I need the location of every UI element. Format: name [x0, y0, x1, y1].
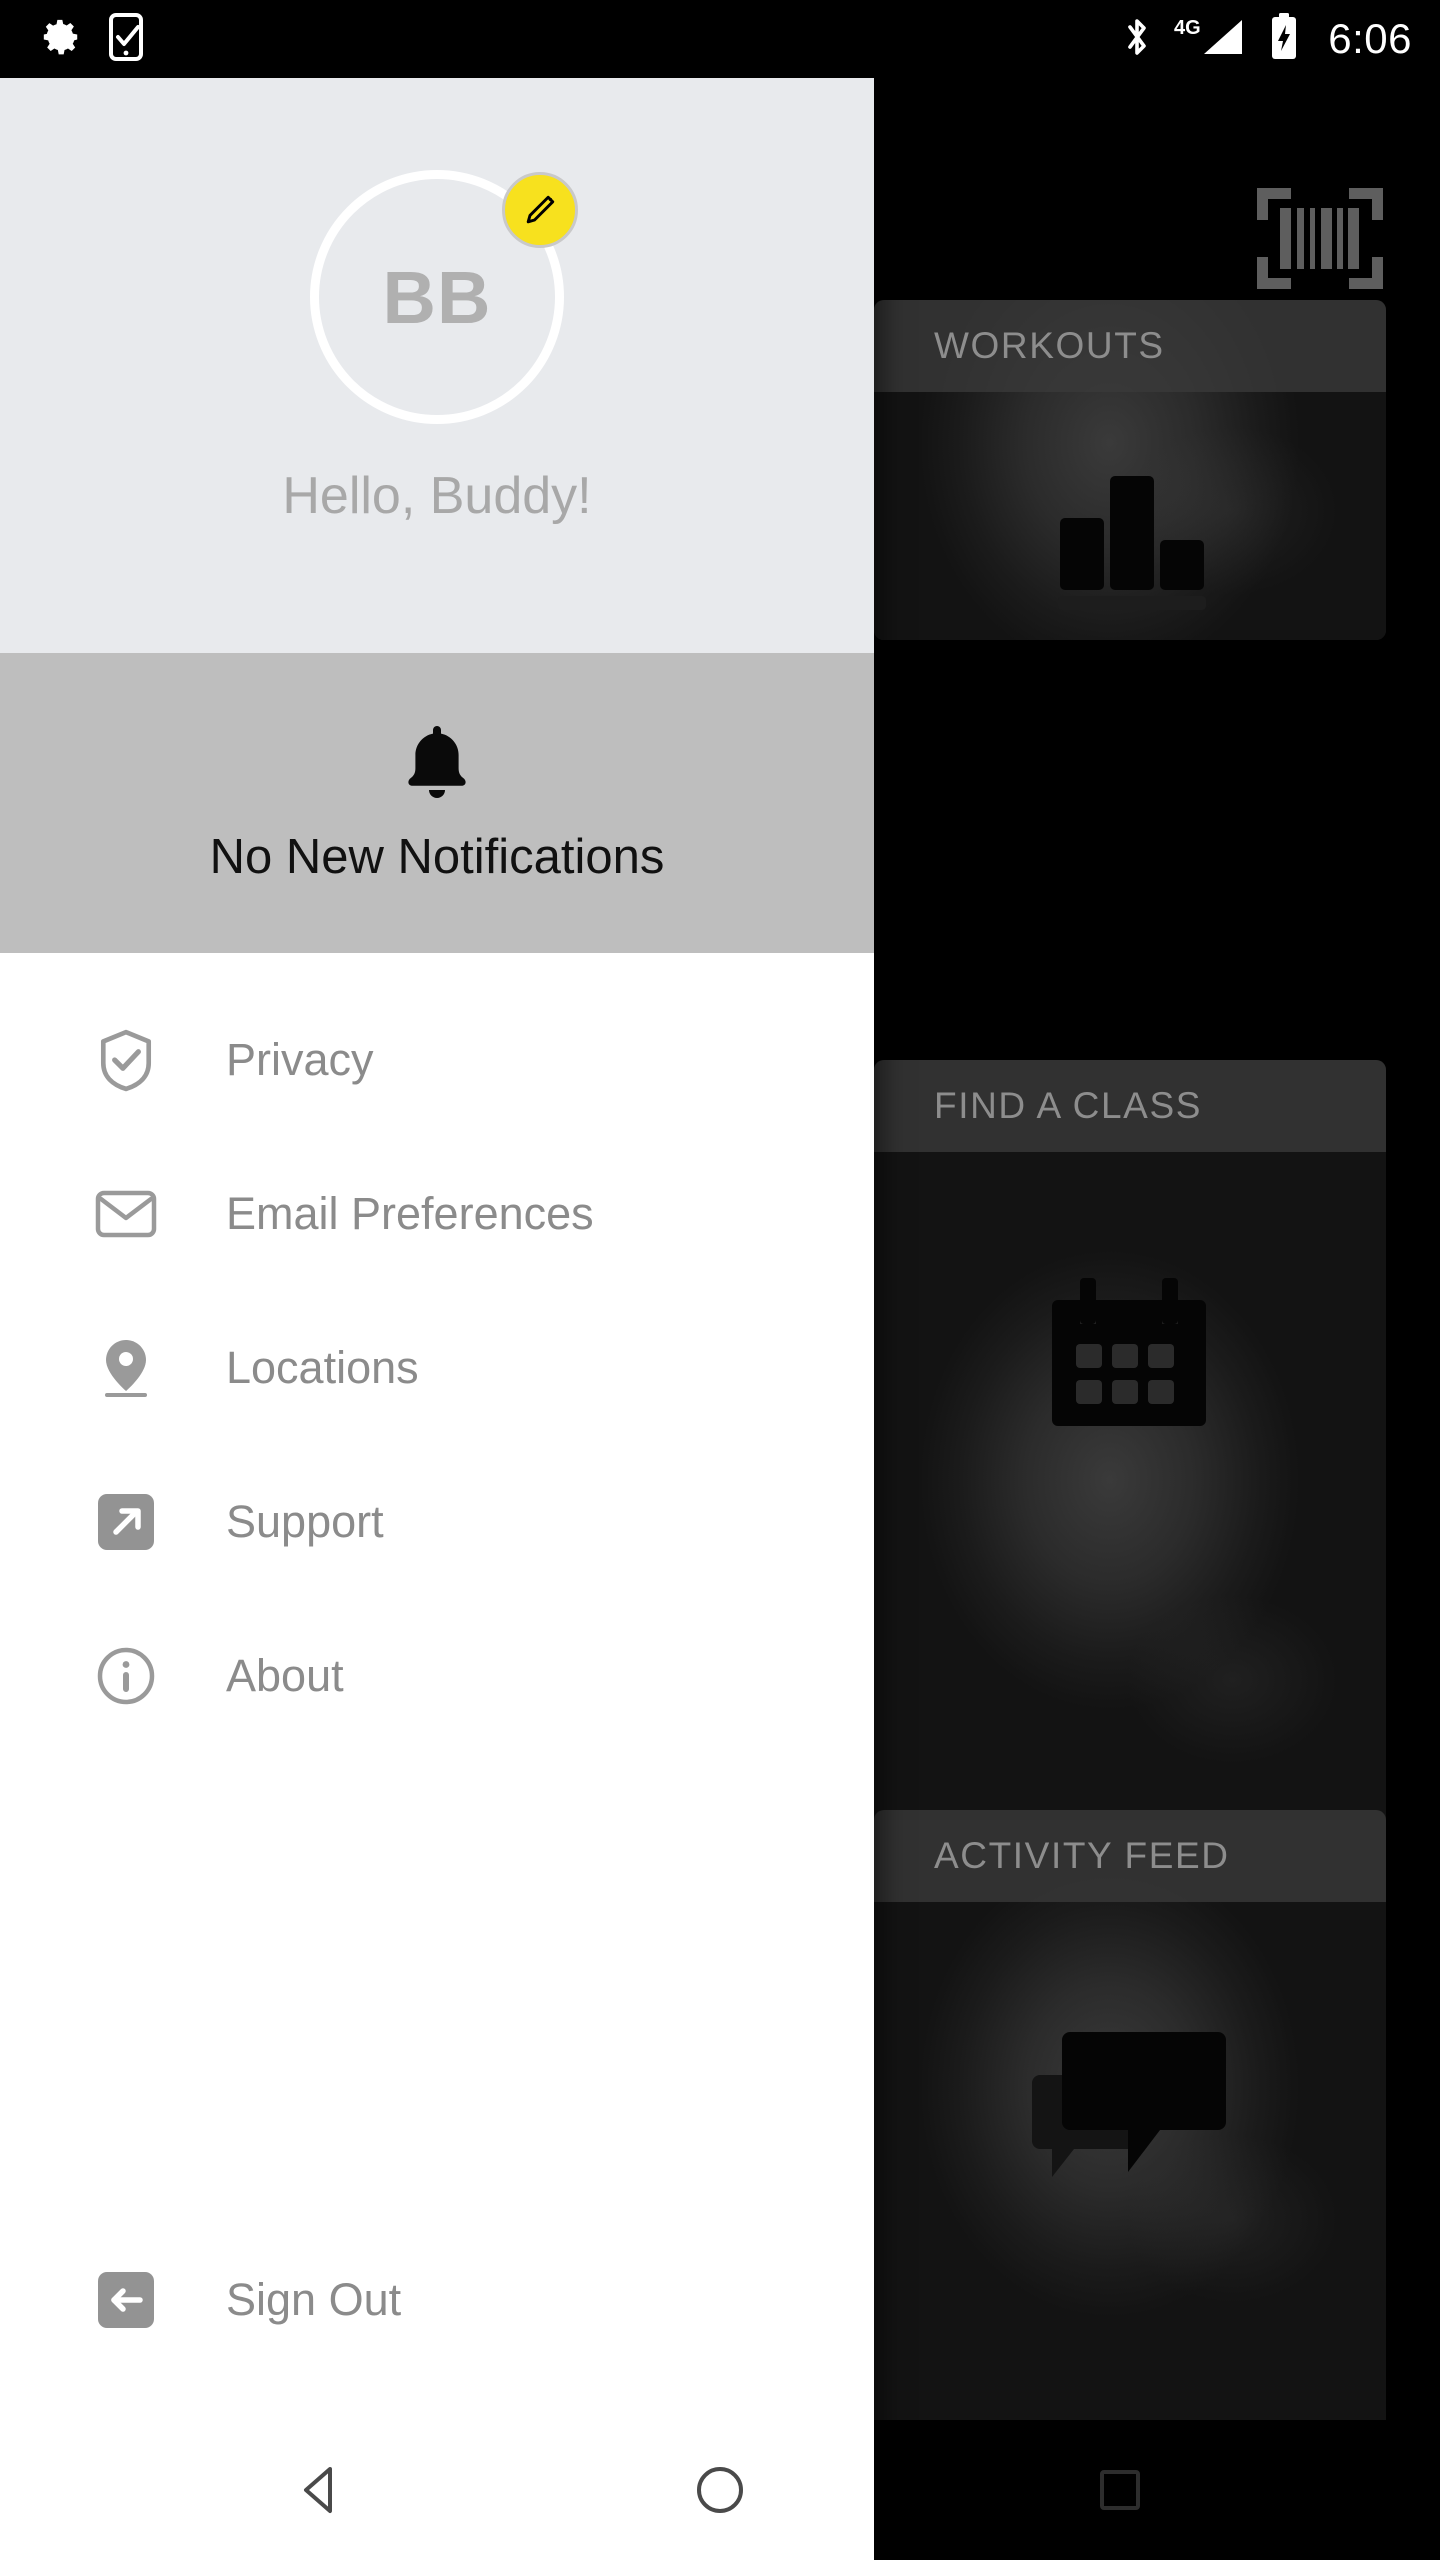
- battery-charging-icon: [1270, 12, 1298, 66]
- status-bar: 4G 6:06: [0, 0, 1440, 78]
- menu-item-about[interactable]: About: [0, 1599, 874, 1753]
- card-workouts[interactable]: WORKOUTS: [874, 300, 1386, 640]
- nav-recents-button[interactable]: [1050, 2420, 1190, 2560]
- menu-label-about: About: [226, 1650, 344, 1701]
- signal-4g-icon: 4G: [1174, 14, 1248, 65]
- card-header-find-a-class: FIND A CLASS: [874, 1060, 1386, 1152]
- menu-label-email-preferences: Email Preferences: [226, 1188, 594, 1239]
- nav-home-button[interactable]: [650, 2420, 790, 2560]
- avatar[interactable]: BB: [310, 170, 578, 424]
- system-navigation-bar: [0, 2420, 1440, 2560]
- bluetooth-icon: [1122, 14, 1152, 65]
- menu-label-privacy: Privacy: [226, 1034, 374, 1085]
- menu-item-email-preferences[interactable]: Email Preferences: [0, 1137, 874, 1291]
- gear-icon: [40, 16, 82, 63]
- calendar-icon: [1050, 1278, 1210, 1433]
- external-link-icon: [94, 1490, 158, 1554]
- card-body-activity-feed: ACTIVITY FEED: [874, 1810, 1386, 2470]
- drawer-menu-list: Privacy Email Preferences Locations Supp…: [0, 953, 874, 2377]
- menu-item-support[interactable]: Support: [0, 1445, 874, 1599]
- card-title-activity-feed: ACTIVITY FEED: [934, 1835, 1230, 1876]
- notification-banner[interactable]: No New Notifications: [0, 653, 874, 953]
- status-bar-left: [40, 12, 144, 66]
- menu-label-support: Support: [226, 1496, 384, 1547]
- card-title-workouts: WORKOUTS: [934, 325, 1165, 366]
- svg-text:4G: 4G: [1174, 17, 1201, 39]
- card-title-find-a-class: FIND A CLASS: [934, 1085, 1203, 1126]
- status-bar-right: 4G 6:06: [1122, 12, 1412, 66]
- recents-square-icon: [1100, 2470, 1140, 2510]
- status-bar-clock: 6:06: [1328, 15, 1412, 62]
- menu-label-locations: Locations: [226, 1342, 419, 1393]
- bell-icon: [402, 722, 472, 807]
- menu-item-locations[interactable]: Locations: [0, 1291, 874, 1445]
- navigation-drawer: BB Hello, Buddy! No New Notifications Pr…: [0, 78, 874, 2480]
- card-body-workouts: WORKOUTS: [874, 300, 1386, 640]
- notification-text: No New Notifications: [209, 829, 665, 884]
- menu-item-privacy[interactable]: Privacy: [0, 983, 874, 1137]
- greeting-text: Hello, Buddy!: [282, 467, 592, 525]
- edit-profile-button[interactable]: [502, 172, 578, 248]
- pencil-icon: [526, 195, 555, 224]
- shield-check-icon: [94, 1028, 158, 1092]
- barcode-icon[interactable]: [1255, 186, 1385, 291]
- menu-item-sign-out[interactable]: Sign Out: [0, 2223, 874, 2377]
- nav-back-button[interactable]: [250, 2420, 390, 2560]
- card-header-activity-feed: ACTIVITY FEED: [874, 1810, 1386, 1902]
- sign-out-icon: [94, 2268, 158, 2332]
- envelope-icon: [94, 1182, 158, 1246]
- phone-check-icon: [108, 12, 144, 66]
- map-pin-icon: [94, 1336, 158, 1400]
- card-activity-feed[interactable]: ACTIVITY FEED: [874, 1810, 1386, 2470]
- card-header-workouts: WORKOUTS: [874, 300, 1386, 392]
- home-circle-icon: [697, 2467, 743, 2513]
- profile-header: BB Hello, Buddy!: [0, 78, 874, 653]
- info-circle-icon: [94, 1644, 158, 1708]
- chat-bubbles-icon: [1030, 2018, 1230, 2193]
- bar-chart-icon: [1040, 460, 1220, 615]
- phone-screen: WORKOUTS FIND A CLASS ACTIVITY FEED BB H…: [0, 0, 1440, 2560]
- menu-label-sign-out: Sign Out: [226, 2274, 402, 2325]
- back-triangle-icon: [304, 2467, 332, 2513]
